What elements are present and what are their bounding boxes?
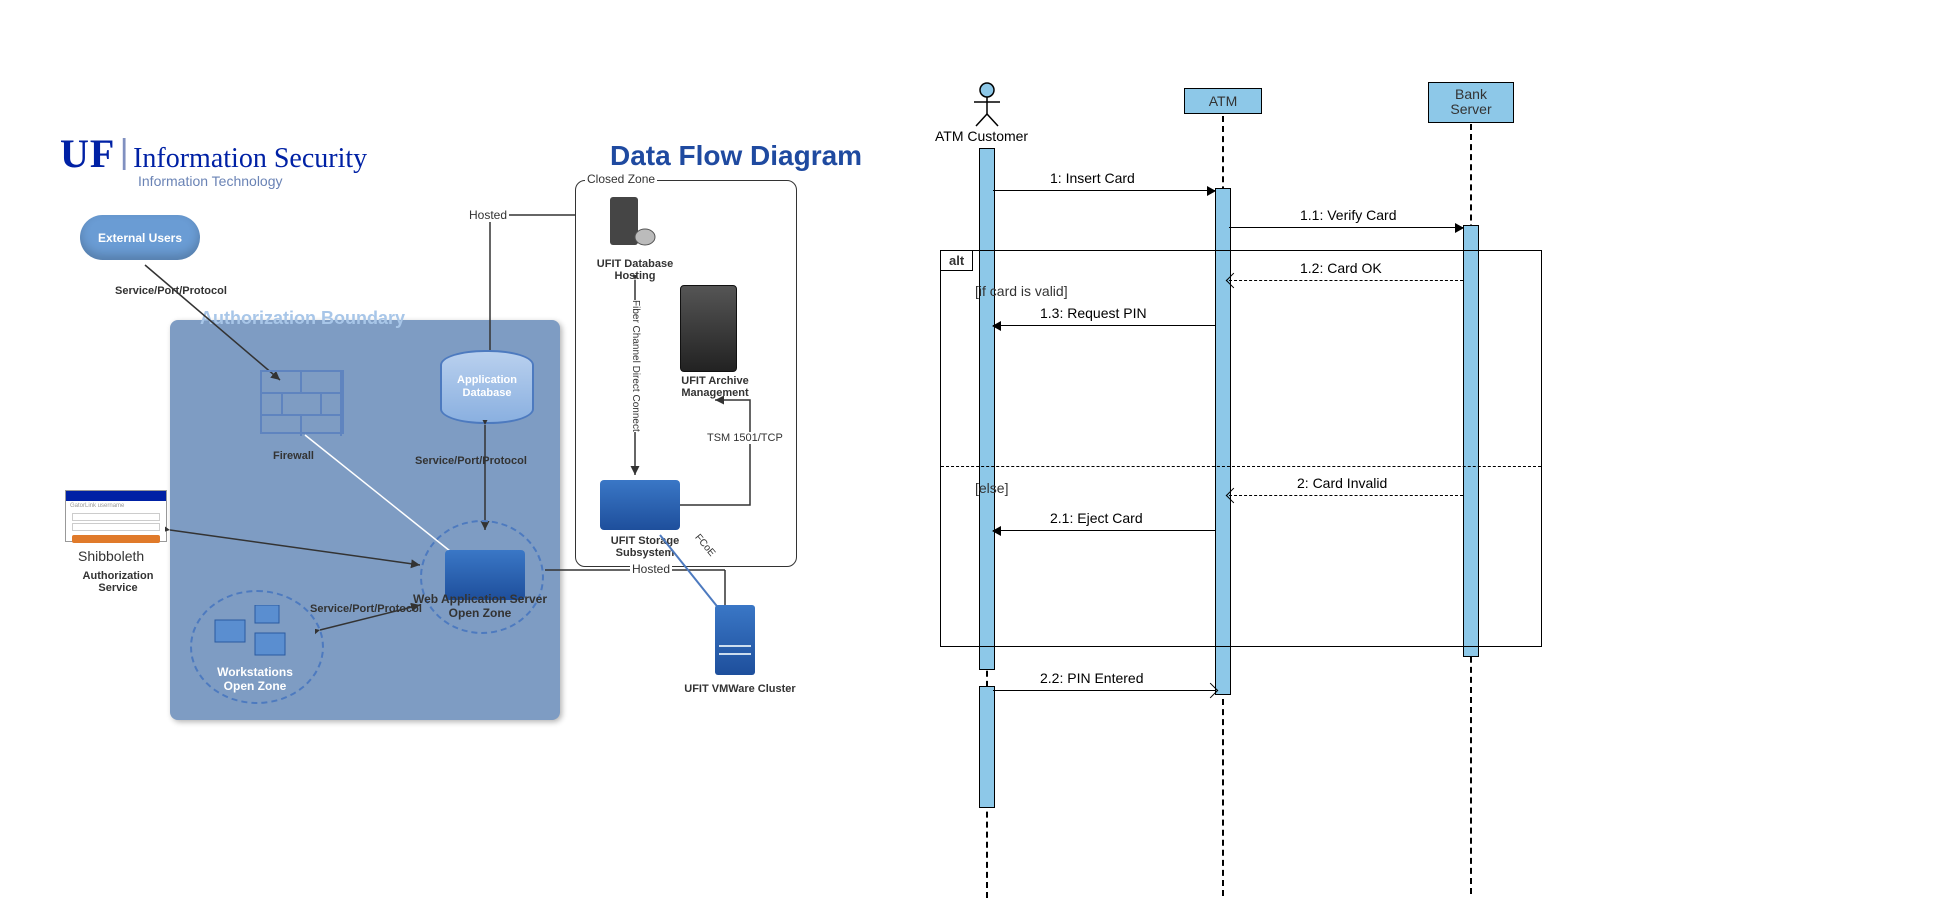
msg-2-label: 2: Card Invalid [1297,475,1387,491]
atm-object: ATM [1184,88,1262,114]
vmware-icon [715,605,755,675]
msg-13-arrow [993,325,1215,326]
guard-else: [else] [975,480,1008,496]
msg-12-arrow [1229,280,1463,281]
guard-valid: [if card is valid] [975,283,1068,299]
archive-icon [680,285,737,372]
storage-icon [600,480,680,530]
edge-tsm: TSM 1501/TCP [705,432,785,444]
msg-13-label: 1.3: Request PIN [1040,305,1147,321]
msg-2-arrow [1229,495,1463,496]
uf-title: Information Security [133,143,367,174]
msg-22-arrow [993,690,1215,691]
edge-spp-2: Service/Port/Protocol [415,455,527,467]
edge-fiber: Fiber Channel Direct Connect [628,300,643,432]
app-database-icon: Application Database [440,350,534,424]
msg-21-arrow [993,530,1215,531]
edge-spp-3: Service/Port/Protocol [310,603,422,615]
page-root: UF | Information Security Information Te… [0,0,1938,900]
msg-22-label: 2.2: PIN Entered [1040,670,1144,686]
workstations-icon [210,605,300,665]
workstations-label: WorkstationsOpen Zone [205,665,305,693]
uf-logo-block: UF | Information Security Information Te… [60,130,367,189]
msg-1-arrow [993,190,1215,191]
msg-21-label: 2.1: Eject Card [1050,510,1143,526]
app-database-label: Application Database [442,374,532,400]
alt-divider [941,466,1541,467]
bank-object: Bank Server [1428,82,1514,123]
actor-label: ATM Customer [935,128,1028,144]
edge-hosted-1: Hosted [467,208,509,222]
msg-1-label: 1: Insert Card [1050,170,1135,186]
dfd-title: Data Flow Diagram [610,140,862,172]
external-users-label: External Users [98,231,182,245]
external-users-cloud: External Users [80,215,200,260]
msg-11-arrow [1229,227,1463,228]
activation-customer-2 [979,686,995,808]
closed-zone-label: Closed Zone [585,172,657,186]
auth-service-label: Authorization Service [68,570,168,594]
vmware-label: UFIT VMWare Cluster [680,683,800,695]
shibboleth-label: Shibboleth [78,548,144,564]
db-hosting-icon [600,195,660,250]
alt-tag: alt [940,250,973,271]
msg-12-label: 1.2: Card OK [1300,260,1382,276]
msg-11-label: 1.1: Verify Card [1300,207,1397,223]
firewall-icon [260,370,344,434]
uf-subtitle: Information Technology [138,173,367,189]
line-shib-webapp [165,525,435,575]
shibboleth-box: GatorLink username [65,490,167,542]
line-tsm [670,395,770,515]
alt-frame: alt [940,250,1542,647]
actor-icon [972,82,1002,127]
uf-logo-text: UF [60,131,115,176]
